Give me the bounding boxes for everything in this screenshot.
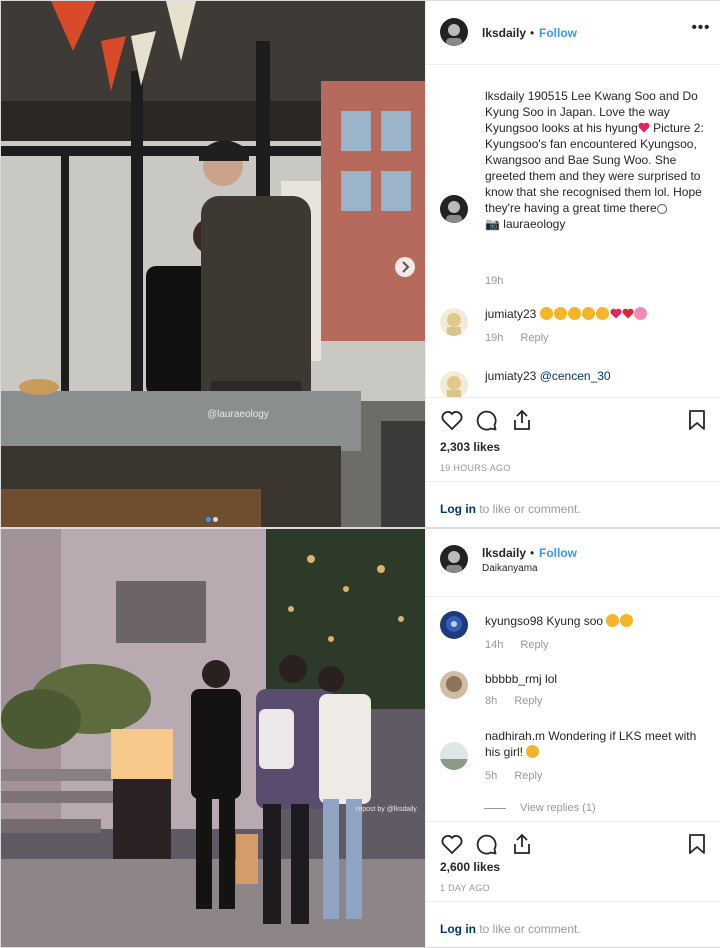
login-link[interactable]: Log in	[440, 502, 476, 516]
bookmark-icon[interactable]	[685, 832, 709, 856]
carousel-indicator	[205, 511, 219, 525]
cafe-photo: @lauraeology	[1, 1, 425, 527]
comment-time: 19h	[485, 332, 504, 344]
reply-button[interactable]: Reply	[514, 695, 542, 707]
login-link[interactable]: Log in	[440, 922, 476, 936]
follow-button[interactable]: Follow	[539, 26, 577, 40]
post-2-header: lksdaily • Follow Daikanyama	[426, 529, 720, 597]
avatar[interactable]	[440, 545, 468, 573]
chevron-right-icon	[402, 261, 410, 273]
caption-credit[interactable]: laurae­ology	[503, 217, 565, 231]
avatar[interactable]	[440, 671, 468, 699]
comment-username[interactable]: bbbbb_rmj	[485, 672, 542, 686]
heart-icon[interactable]	[440, 408, 464, 432]
post-2-photo[interactable]: repost by @lksdaily	[1, 529, 425, 947]
comment-username[interactable]: kyungso98	[485, 614, 543, 628]
bookmark-icon[interactable]	[685, 408, 709, 432]
comment-text: lol	[545, 672, 558, 686]
login-rest: to like or comment.	[476, 502, 581, 516]
comment-username[interactable]: nadhirah.m	[485, 729, 545, 743]
next-photo-button[interactable]	[395, 257, 415, 277]
comment-icon[interactable]	[474, 408, 498, 432]
photo-watermark: repost by @lksdaily	[356, 806, 417, 813]
post-1-photo[interactable]: @lauraeology	[1, 1, 425, 527]
comment-time: 5h	[485, 770, 498, 782]
comment-mention[interactable]: @cencen_30	[540, 369, 611, 383]
post-2-actions: 2,600 likes 1 DAY AGO	[426, 821, 720, 897]
comment-time: 14h	[485, 639, 504, 651]
separator: •	[530, 546, 535, 560]
avatar[interactable]	[440, 371, 468, 397]
reply-button[interactable]: Reply	[520, 639, 548, 651]
separator: •	[530, 26, 535, 40]
smile-icon	[656, 204, 667, 214]
comment-time: 8h	[485, 695, 498, 707]
comment-username[interactable]: jumiaty23	[485, 369, 536, 383]
avatar[interactable]	[440, 308, 468, 336]
street-photo: repost by @lksdaily	[1, 529, 425, 947]
heart-icon[interactable]	[440, 832, 464, 856]
comments-list: kyungso98 Kyung soo 14h Reply bbbbb_rmj …	[426, 597, 720, 821]
avatar[interactable]	[440, 742, 468, 770]
location-link[interactable]: Daikanyama	[482, 563, 538, 574]
view-replies-button[interactable]: View replies (1)	[484, 802, 596, 814]
photo-watermark: @lauraeology	[207, 409, 269, 420]
caption-time: 19h	[485, 275, 504, 287]
share-icon[interactable]	[510, 408, 534, 432]
share-icon[interactable]	[510, 832, 534, 856]
post-2-panel: lksdaily • Follow Daikanyama kyungso98 K…	[425, 529, 720, 947]
username-link[interactable]: lksdaily	[482, 26, 526, 40]
comment-text: Kyung soo	[546, 614, 604, 628]
emoji-row	[539, 307, 648, 321]
post-time: 19 HOURS AGO	[440, 463, 511, 473]
avatar[interactable]	[440, 195, 468, 223]
follow-button[interactable]: Follow	[539, 546, 577, 560]
post-time: 1 DAY AGO	[440, 883, 490, 893]
post-1-actions: 2,303 likes 19 HOURS AGO	[426, 397, 720, 477]
avatar[interactable]	[440, 18, 468, 46]
more-options-button[interactable]: •••	[690, 19, 712, 41]
red-heart-icon	[638, 122, 650, 133]
post-1: @lauraeology lksdaily • Follow ••• lksda…	[0, 0, 720, 528]
likes-count[interactable]: 2,600 likes	[440, 860, 500, 874]
avatar[interactable]	[440, 611, 468, 639]
caption-username[interactable]: lksdaily	[485, 89, 524, 103]
post-1-header: lksdaily • Follow •••	[426, 1, 720, 65]
comment-icon[interactable]	[474, 832, 498, 856]
comment-username[interactable]: jumiaty23	[485, 307, 536, 321]
post-2: repost by @lksdaily lksdaily • Follow Da…	[0, 528, 720, 948]
post-1-panel: lksdaily • Follow ••• lksdaily 190515 Le…	[425, 1, 720, 527]
likes-count[interactable]: 2,303 likes	[440, 440, 500, 454]
reply-button[interactable]: Reply	[514, 770, 542, 782]
login-prompt: Log in to like or comment.	[426, 901, 720, 948]
comments-list: lksdaily 190515 Lee Kwang Soo and Do Kyu…	[426, 65, 720, 397]
reply-button[interactable]: Reply	[520, 332, 548, 344]
login-rest: to like or comment.	[476, 922, 581, 936]
camera-icon: 📷	[485, 217, 500, 231]
username-link[interactable]: lksdaily	[482, 546, 526, 560]
caption-text-2: Picture 2: Kyungsoo's fan encountered Ky…	[485, 121, 704, 215]
